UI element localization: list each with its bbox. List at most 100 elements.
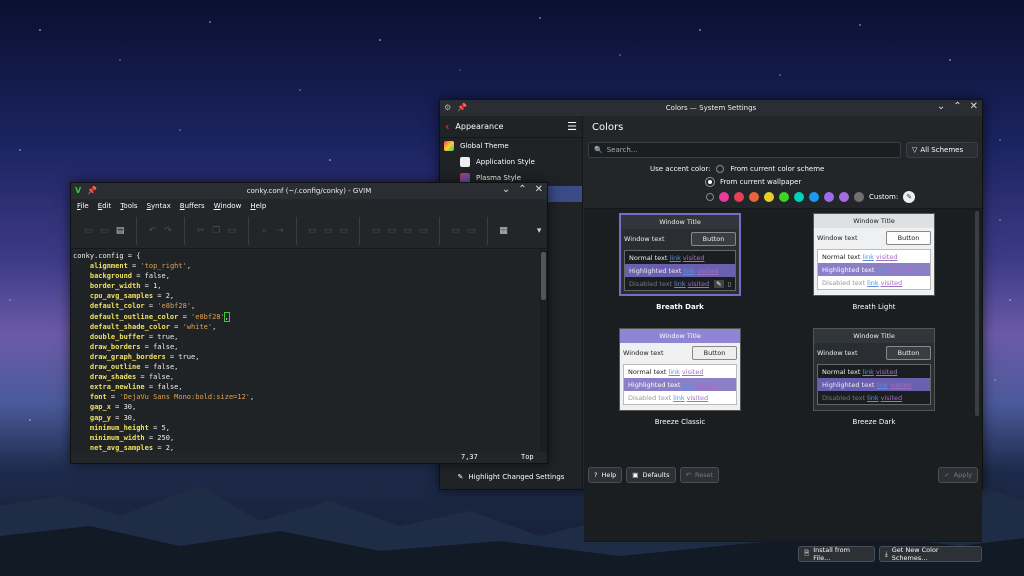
scheme-name: Breath Light	[852, 303, 896, 311]
radio-from-scheme[interactable]	[716, 165, 725, 173]
color-scheme-grid: Window Title Window text Button Normal te…	[584, 208, 982, 542]
find-next-icon[interactable]: ⇢	[272, 221, 288, 241]
jump-tag-icon[interactable]: ▭	[415, 221, 431, 241]
code-line: border_width = 1,	[89, 282, 162, 291]
reset-button[interactable]: ↶ Reset	[679, 467, 720, 483]
back-arrow-icon[interactable]: ‹	[445, 120, 449, 133]
code-line: cpu_avg_samples = 2,	[89, 292, 175, 301]
accent-swatch[interactable]	[764, 192, 774, 202]
code-line: conky.config = {	[73, 252, 141, 260]
menu-window[interactable]: Window	[214, 202, 242, 210]
accent-swatch[interactable]	[734, 192, 744, 202]
radio-from-wallpaper[interactable]	[706, 178, 714, 186]
scheme-name: Breeze Dark	[852, 418, 896, 426]
highlight-changed-button[interactable]: ✎ Highlight Changed Settings	[440, 467, 582, 487]
scheme-filter-dropdown[interactable]: ▽ All Schemes	[906, 142, 978, 158]
gvim-window: V 📌 conky.conf (~/.config/conky) - GVIM …	[70, 182, 548, 464]
gvim-window-title: conky.conf (~/.config/conky) - GVIM	[246, 187, 372, 195]
hamburger-menu-icon[interactable]: ☰	[567, 120, 577, 133]
color-picker-button[interactable]: ✎	[903, 191, 916, 203]
save-icon[interactable]: ▭	[97, 221, 113, 241]
menu-file[interactable]: File	[77, 202, 89, 210]
minimize-button[interactable]: ⌄	[502, 184, 510, 195]
tags-icon[interactable]: ▭	[400, 221, 416, 241]
load-session-icon[interactable]: ▭	[305, 221, 321, 241]
menu-syntax[interactable]: Syntax	[147, 202, 171, 210]
toolbar-overflow-icon[interactable]: ▾	[531, 221, 547, 241]
search-input[interactable]: 🔍 Search...	[588, 142, 901, 158]
run-script-icon[interactable]: ▭	[336, 221, 352, 241]
menu-tools[interactable]: Tools	[120, 202, 137, 210]
menu-buffers[interactable]: Buffers	[180, 202, 205, 210]
code-line: gap_y = 30,	[89, 413, 137, 422]
scheme-card-breath-dark[interactable]: Window Title Window text Button Normal te…	[619, 213, 741, 311]
cut-icon[interactable]: ✂	[193, 221, 209, 241]
scheme-card-breeze-dark[interactable]: Window Title Window text Button Normal te…	[813, 328, 935, 426]
gvim-titlebar[interactable]: V 📌 conky.conf (~/.config/conky) - GVIM …	[71, 183, 547, 199]
sidebar-back-label[interactable]: Appearance	[455, 122, 503, 131]
undo-icon[interactable]: ↶	[145, 221, 161, 241]
menu-help[interactable]: Help	[250, 202, 266, 210]
code-editor[interactable]: conky.config = { alignment = 'top_right'…	[71, 250, 540, 452]
sidebar-item-label: Application Style	[476, 158, 535, 166]
help-button[interactable]: ? Help	[588, 467, 623, 483]
pin-icon[interactable]: 📌	[87, 186, 97, 195]
find-replace-icon[interactable]: ⌕	[256, 221, 272, 241]
settings-titlebar[interactable]: ⚙ 📌 Colors — System Settings ⌄ ⌃ ✕	[440, 100, 982, 116]
radio-swatch[interactable]	[706, 193, 714, 201]
accent-swatch[interactable]	[824, 192, 834, 202]
editor-scrollbar[interactable]	[540, 250, 547, 452]
redo-icon[interactable]: ↷	[160, 221, 176, 241]
close-button[interactable]: ✕	[535, 184, 543, 195]
edit-scheme-icon[interactable]: ✎	[714, 279, 724, 288]
application-style-icon	[460, 157, 470, 167]
grid-scrollbar[interactable]	[975, 211, 979, 416]
accent-swatch[interactable]	[749, 192, 759, 202]
code-line: alignment = 'top_right',	[89, 262, 192, 271]
code-line: gap_x = 30,	[89, 403, 137, 412]
get-new-schemes-button[interactable]: ⤓ Get New Color Schemes...	[878, 546, 982, 562]
accent-swatch[interactable]	[839, 192, 849, 202]
delete-scheme-icon[interactable]: ▯	[728, 280, 732, 288]
sidebar-item-application-style[interactable]: Application Style	[440, 154, 582, 170]
accent-swatch[interactable]	[719, 192, 729, 202]
minimize-button[interactable]: ⌄	[937, 101, 945, 112]
accent-swatch[interactable]	[854, 192, 864, 202]
scheme-card-breeze-classic[interactable]: Window Title Window text Button Normal te…	[619, 328, 741, 426]
accent-swatch[interactable]	[779, 192, 789, 202]
make-icon[interactable]: ▭	[368, 221, 384, 241]
shell-icon[interactable]: ▭	[384, 221, 400, 241]
pin-icon[interactable]: 📌	[457, 103, 467, 112]
vim-app-icon: V	[75, 186, 82, 195]
save-all-icon[interactable]: ▤	[112, 221, 128, 241]
page-title: Colors	[592, 121, 624, 133]
terminal-icon[interactable]: ▦	[496, 221, 512, 241]
sidebar-item-global-theme[interactable]: Global Theme	[440, 138, 582, 154]
accent-label: Use accent color:	[650, 165, 711, 173]
settings-main: Colors 🔍 Search... ▽ All Schemes Use acc…	[584, 116, 982, 562]
scheme-card-breath-light[interactable]: Window Title Window text Button Normal te…	[813, 213, 935, 311]
save-session-icon[interactable]: ▭	[320, 221, 336, 241]
paste-icon[interactable]: ▭	[224, 221, 240, 241]
defaults-button[interactable]: ▣ Defaults	[626, 467, 676, 483]
maximize-button[interactable]: ⌃	[953, 101, 961, 112]
apply-button[interactable]: ✓ Apply	[938, 467, 978, 483]
accent-swatch[interactable]	[794, 192, 804, 202]
accent-swatch[interactable]	[809, 192, 819, 202]
code-line: draw_outline = false,	[89, 363, 179, 372]
menu-edit[interactable]: Edit	[98, 202, 112, 210]
accent-option-wallpaper[interactable]: From current wallpaper	[706, 178, 801, 186]
find-help-icon[interactable]: ▭	[463, 221, 479, 241]
install-from-file-button[interactable]: 🗎 Install from File...	[798, 546, 875, 562]
maximize-button[interactable]: ⌃	[518, 184, 526, 195]
defaults-icon: ▣	[632, 471, 639, 479]
accent-option-scheme[interactable]: Use accent color: From current color sch…	[650, 165, 824, 173]
code-line: draw_graph_borders = true,	[89, 352, 200, 361]
copy-icon[interactable]: ❐	[208, 221, 224, 241]
open-file-icon[interactable]: ▭	[81, 221, 97, 241]
code-line: double_buffer = true,	[89, 332, 179, 341]
help-icon[interactable]: ▭	[448, 221, 464, 241]
search-row: 🔍 Search... ▽ All Schemes	[588, 142, 978, 158]
filter-icon: ▽	[912, 146, 918, 154]
close-button[interactable]: ✕	[970, 101, 978, 112]
